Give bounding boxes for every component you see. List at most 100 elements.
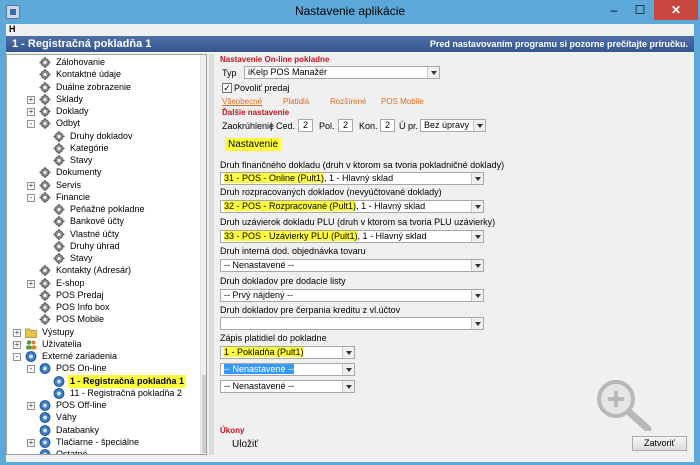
- menu-bar: H: [6, 24, 694, 36]
- gear-icon: [39, 93, 51, 105]
- typ-select[interactable]: iKelp POS Manažér: [244, 66, 440, 79]
- chevron-down-icon[interactable]: [473, 120, 485, 131]
- ced-input[interactable]: 2: [298, 119, 313, 132]
- tree-item-label: Duálne zobrazenie: [56, 81, 132, 92]
- gear-icon: [39, 81, 51, 93]
- nastavenie-button[interactable]: Nastavenie: [225, 138, 282, 151]
- gear-icon: [39, 277, 51, 289]
- tree-item-label: Stavy: [70, 155, 93, 165]
- povolit-label: Povoliť predaj: [234, 83, 290, 93]
- chevron-down-icon[interactable]: [471, 173, 483, 184]
- gear-icon: [53, 253, 65, 264]
- chevron-down-icon[interactable]: [471, 260, 483, 271]
- expand-icon[interactable]: +: [27, 438, 35, 447]
- f6-select[interactable]: [220, 317, 484, 330]
- separator-label: |: [270, 121, 273, 131]
- zapis-select-2[interactable]: -- Nenastavené --: [220, 363, 355, 376]
- f4-select[interactable]: -- Nenastavené --: [220, 259, 484, 272]
- chevron-down-icon[interactable]: [471, 318, 483, 329]
- tree-item-label: Stavy: [70, 253, 93, 263]
- tree-item-label: POS Off-line: [56, 400, 107, 410]
- kon-input[interactable]: 2: [380, 119, 395, 132]
- tree-item-label: Peňažné pokladne: [70, 204, 145, 214]
- tree-item-label: Ostatné: [56, 449, 88, 455]
- f3-select[interactable]: 33 - POS - Uzávierky PLU (Pult1), 1 - Hl…: [220, 230, 484, 243]
- gear-icon: [53, 240, 65, 252]
- tree-item-label: Výstupy: [42, 326, 75, 337]
- tree-item-label: Tlačiarne - špeciálne: [56, 436, 140, 447]
- tree-item-label: 1 - Registračná pokladňa 1: [68, 374, 187, 388]
- tree-item-label: POS Predaj: [56, 289, 104, 300]
- zapis-select-1[interactable]: 1 - Pokladňa (Pult1): [220, 346, 355, 359]
- expand-icon[interactable]: +: [27, 95, 35, 104]
- gear-icon: [39, 106, 51, 117]
- f2-value-rest: , 1 - Hlavný sklad: [356, 201, 426, 211]
- gear-icon: [39, 167, 51, 179]
- minimize-button[interactable]: –: [601, 0, 627, 20]
- ulozit-button[interactable]: Uložiť: [232, 439, 258, 450]
- gear-icon: [53, 155, 65, 166]
- header-note: Pred nastavovaním programu si pozorne pr…: [429, 39, 688, 49]
- expand-icon[interactable]: +: [27, 402, 35, 410]
- collapse-icon[interactable]: -: [27, 365, 35, 374]
- device-icon: [39, 400, 51, 411]
- chevron-down-icon[interactable]: [342, 364, 354, 375]
- gear-icon: [39, 69, 51, 81]
- f2-value-highlight: 32 - POS - Rozpracované (Pult1): [224, 201, 357, 211]
- f1-value-highlight: 31 - POS - Online (Pult1): [224, 173, 325, 183]
- tree-scrollbar[interactable]: [200, 55, 206, 454]
- tab-rozsirene[interactable]: Rozšírené: [330, 97, 366, 106]
- f2-label: Druh rozpracovaných dokladov (nevyúčtova…: [220, 187, 442, 197]
- f5-select[interactable]: -- Prvý nájdený --: [220, 289, 484, 302]
- expand-icon[interactable]: +: [13, 340, 21, 349]
- pol-label: Pol.: [319, 121, 335, 131]
- f2-select[interactable]: 32 - POS - Rozpracované (Pult1), 1 - Hla…: [220, 200, 484, 213]
- gear-icon: [53, 130, 65, 142]
- chevron-down-icon[interactable]: [471, 201, 483, 212]
- gear-icon: [53, 142, 65, 154]
- povolit-checkbox[interactable]: ✓: [222, 83, 232, 93]
- tree-item-label: Kategórie: [70, 142, 109, 153]
- collapse-icon[interactable]: -: [27, 193, 35, 202]
- header-band: 1 - Registračná pokladňa 1 Pred nastavov…: [6, 36, 694, 52]
- zoom-in-icon[interactable]: [588, 373, 666, 431]
- expand-icon[interactable]: +: [27, 181, 35, 190]
- f1-select[interactable]: 31 - POS - Online (Pult1), 1 - Hlavný sk…: [220, 172, 484, 185]
- chevron-down-icon[interactable]: [342, 347, 354, 358]
- tree-item-label: Kontakty (Adresár): [56, 265, 132, 276]
- zapis-select-3[interactable]: -- Nenastavené --: [220, 380, 355, 393]
- page-title: 1 - Registračná pokladňa 1: [12, 38, 152, 50]
- chevron-down-icon[interactable]: [471, 231, 483, 242]
- gear-icon: [39, 191, 51, 203]
- tree-item-label: Druhy dokladov: [70, 130, 133, 141]
- tree-item-label: Druhy úhrad: [70, 240, 120, 251]
- pol-input[interactable]: 2: [338, 119, 353, 132]
- tree-item-label: POS Mobile: [56, 314, 105, 325]
- upr-select[interactable]: Bez úpravy: [420, 119, 486, 132]
- pane-splitter[interactable]: [209, 54, 214, 455]
- chevron-down-icon[interactable]: [342, 381, 354, 392]
- zatvorit-button[interactable]: Zatvoriť: [632, 436, 687, 451]
- tree-item-label: Servis: [56, 179, 82, 190]
- collapse-icon[interactable]: -: [27, 120, 35, 129]
- expand-icon[interactable]: +: [13, 328, 21, 337]
- device-icon: [39, 363, 51, 375]
- chevron-down-icon[interactable]: [427, 67, 439, 78]
- tab-vseobecne[interactable]: Všeobecné: [222, 97, 262, 106]
- collapse-icon[interactable]: -: [13, 353, 21, 361]
- dalsie-section-title: Ďalšie nastavenie: [222, 108, 290, 117]
- maximize-button[interactable]: ☐: [627, 0, 653, 20]
- tab-platidla[interactable]: Platidlá: [283, 97, 309, 106]
- f3-value-highlight: 33 - POS - Uzávierky PLU (Pult1): [224, 231, 358, 241]
- expand-icon[interactable]: +: [27, 108, 35, 116]
- help-menu[interactable]: H: [9, 24, 16, 34]
- tree-item-label: 11 - Registračná pokladňa 2: [70, 387, 182, 398]
- tree-scroll-thumb[interactable]: [202, 375, 206, 453]
- f5-value: -- Prvý nájdený --: [224, 290, 294, 300]
- chevron-down-icon[interactable]: [471, 290, 483, 301]
- zaokruhlenie-label: Zaokrúhlenie: [222, 121, 275, 131]
- expand-icon[interactable]: +: [27, 279, 35, 288]
- close-button[interactable]: ✕: [654, 0, 698, 20]
- f3-label: Druh uzávierok dokladu PLU (druh v ktoro…: [220, 217, 496, 227]
- tab-pos-mobile[interactable]: POS Mobile: [381, 97, 424, 106]
